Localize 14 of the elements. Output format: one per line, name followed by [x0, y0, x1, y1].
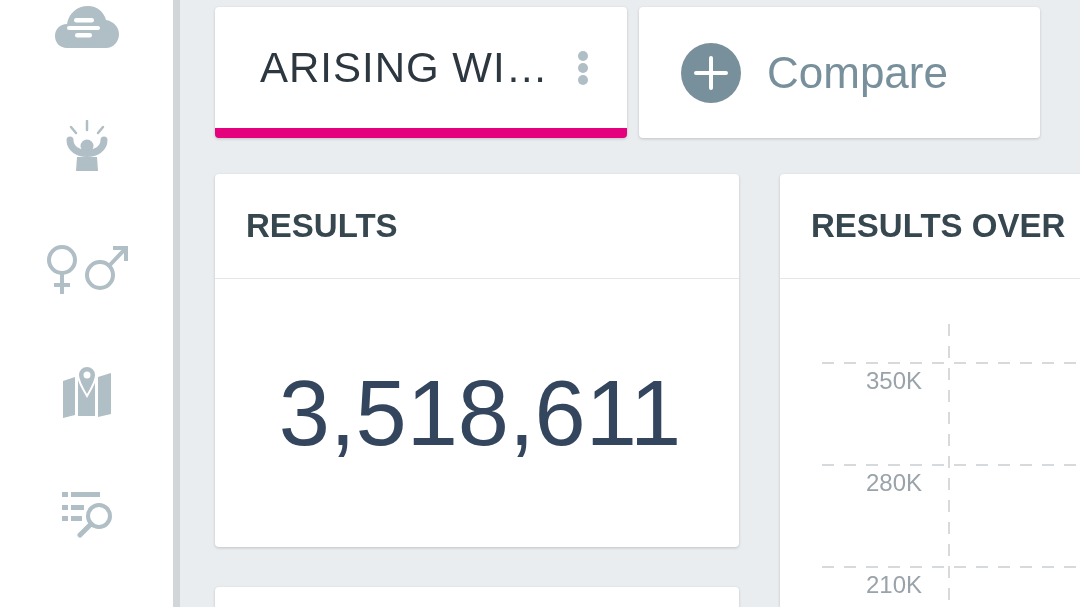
axis-label: 350K	[865, 367, 922, 394]
results-count: 3,518,611	[278, 360, 682, 466]
tab[interactable]: ARISING WI…	[215, 7, 627, 138]
more-options-icon[interactable]	[577, 49, 589, 86]
card-title: RESULTS OVER	[811, 207, 1066, 245]
map-pin-icon[interactable]	[61, 366, 112, 418]
cloud-icon[interactable]	[54, 5, 119, 48]
axis-label: 210K	[865, 571, 922, 598]
cheering-person-icon[interactable]	[64, 120, 109, 172]
plus-circle-icon	[681, 42, 741, 103]
list-search-icon[interactable]	[60, 490, 113, 538]
axis-label: 280K	[865, 469, 922, 496]
card-title: RESULTS	[246, 207, 398, 245]
gender-symbols-icon[interactable]	[44, 244, 129, 294]
